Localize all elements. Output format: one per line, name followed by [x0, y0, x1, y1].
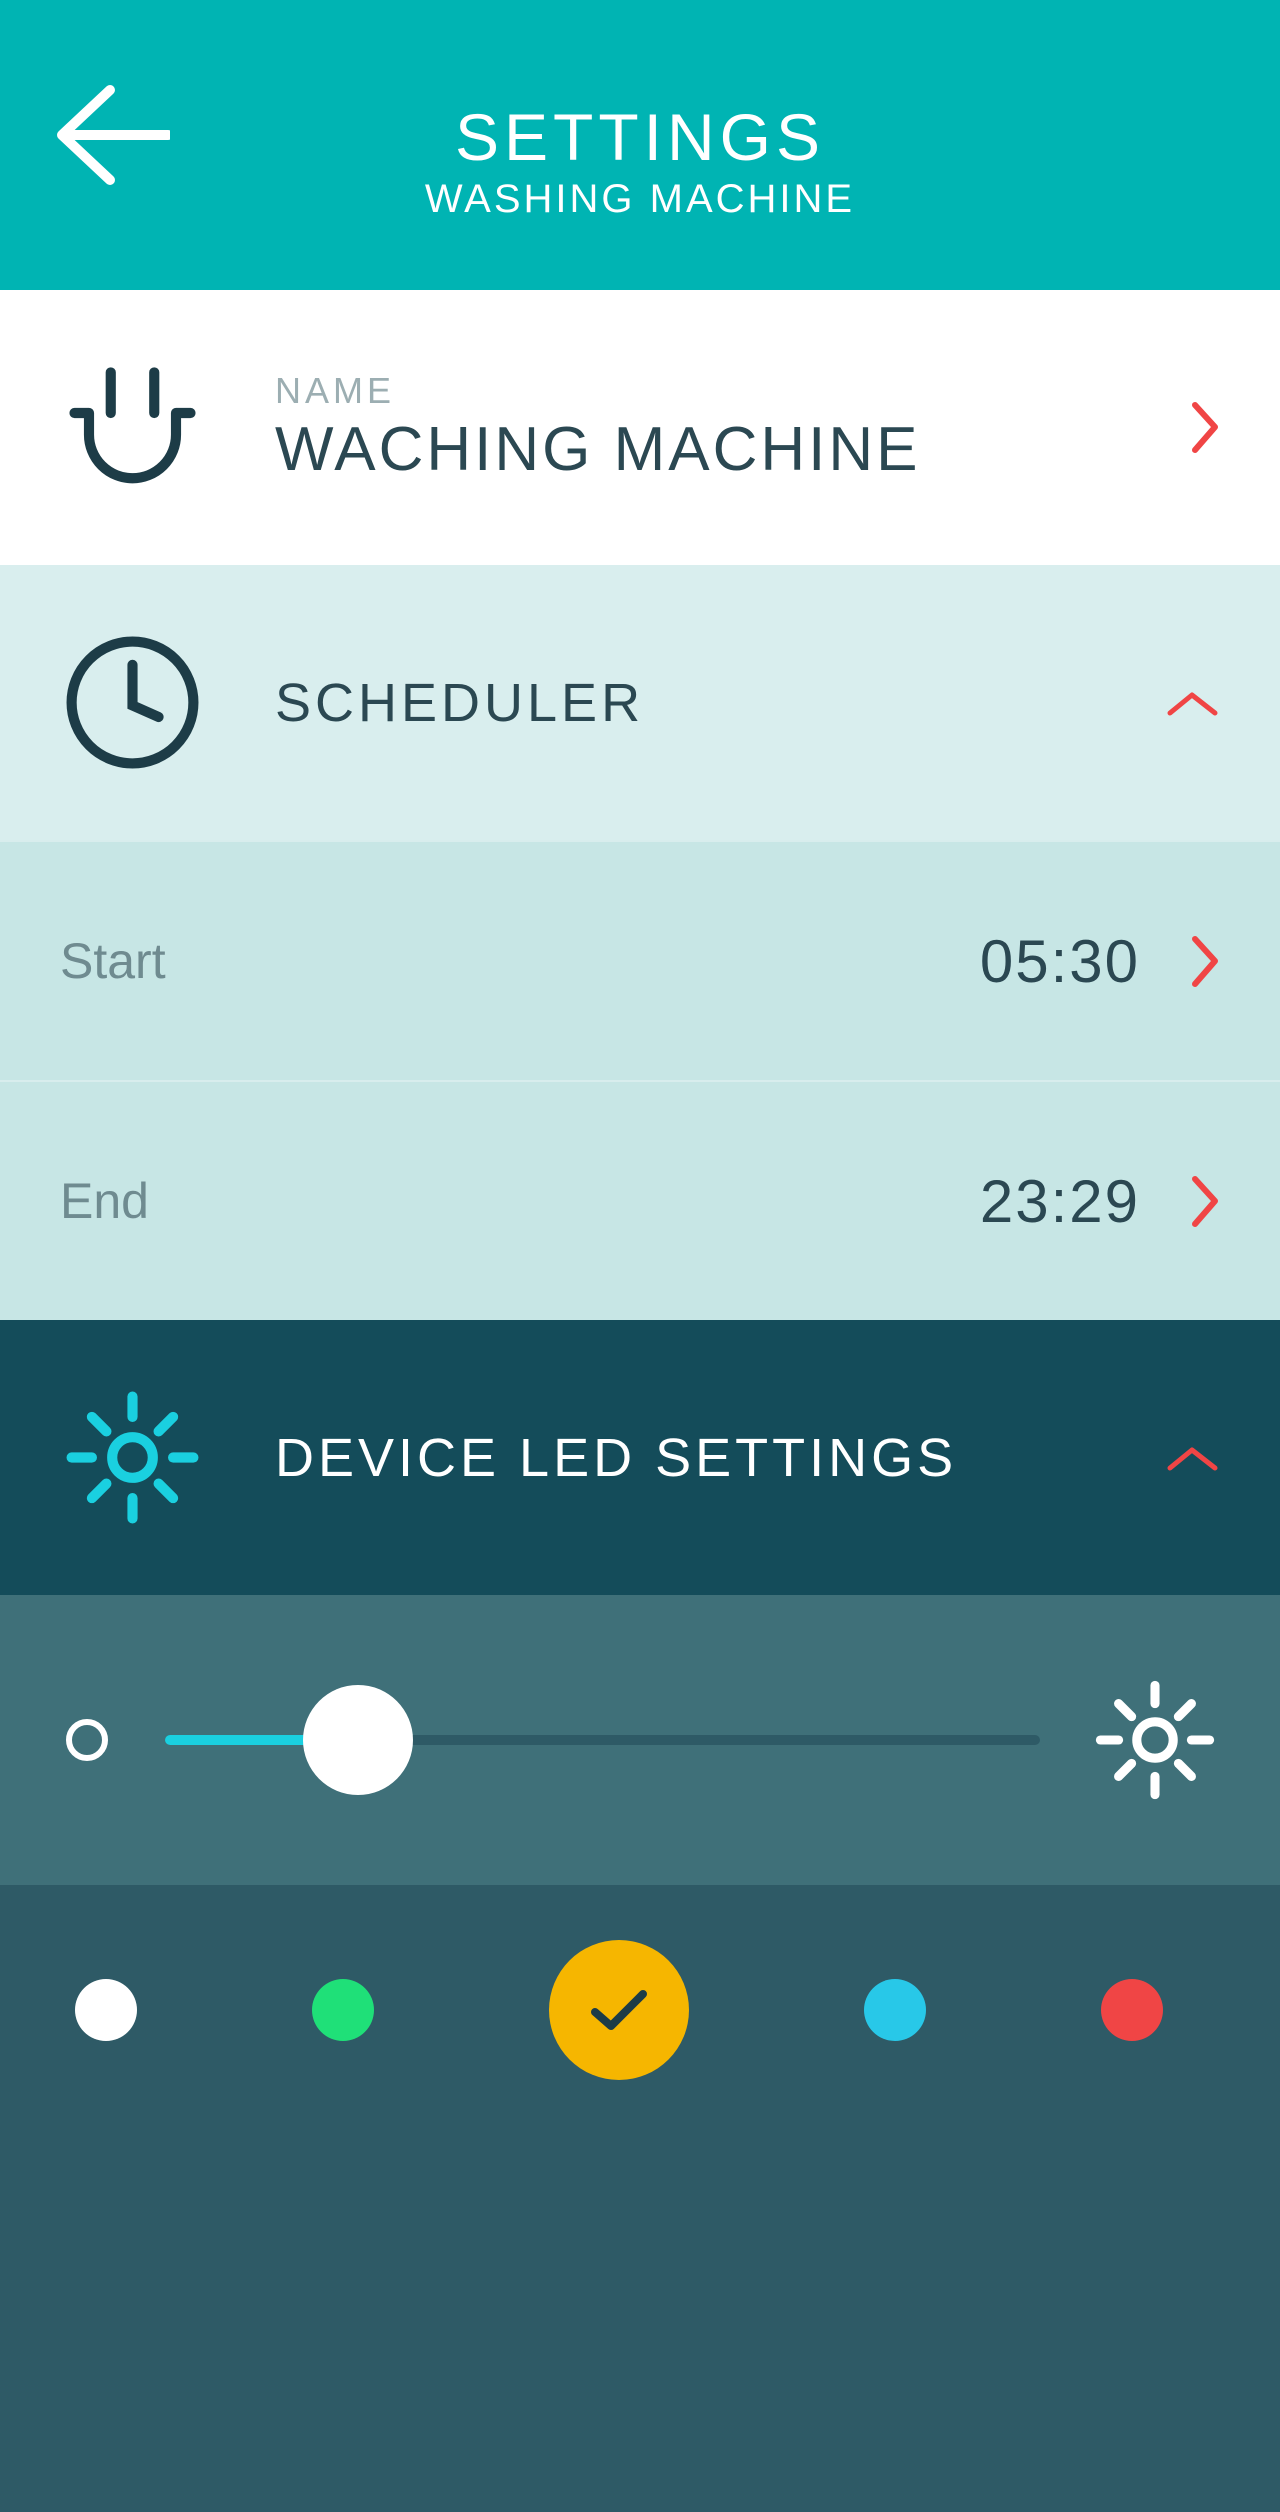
brightness-slider[interactable]	[165, 1735, 1040, 1745]
scheduler-end-row[interactable]: End 23:29	[0, 1080, 1280, 1320]
bottom-spacer	[0, 2135, 1280, 2512]
clock-icon	[60, 630, 205, 775]
color-option-3[interactable]	[864, 1979, 926, 2041]
arrow-left-icon	[50, 80, 170, 190]
name-row[interactable]: NAME WACHING MACHINE	[0, 290, 1280, 565]
check-icon	[589, 1986, 649, 2034]
slider-thumb[interactable]	[303, 1685, 413, 1795]
scheduler-start-value: 05:30	[980, 927, 1140, 996]
scheduler-end-value: 23:29	[980, 1167, 1140, 1236]
chevron-right-icon	[1190, 400, 1220, 455]
back-button[interactable]	[50, 80, 170, 195]
brightness-low-icon	[60, 1713, 115, 1768]
scheduler-start-row[interactable]: Start 05:30	[0, 840, 1280, 1080]
scheduler-section-header[interactable]: SCHEDULER	[0, 565, 1280, 840]
scheduler-title: SCHEDULER	[275, 672, 644, 734]
scheduler-end-label: End	[60, 1172, 149, 1230]
led-section-header[interactable]: DEVICE LED SETTINGS	[0, 1320, 1280, 1595]
chevron-up-icon	[1165, 1443, 1220, 1473]
page-title: SETTINGS	[455, 99, 825, 175]
scheduler-start-label: Start	[60, 932, 166, 990]
name-caption: NAME	[275, 370, 920, 412]
color-option-0[interactable]	[75, 1979, 137, 2041]
brightness-slider-row	[0, 1595, 1280, 1885]
brightness-high-icon	[1090, 1675, 1220, 1805]
plug-icon	[60, 355, 205, 500]
header-bar: SETTINGS WASHING MACHINE	[0, 0, 1280, 290]
page-subtitle: WASHING MACHINE	[425, 177, 855, 222]
brightness-icon	[60, 1385, 205, 1530]
name-value: WACHING MACHINE	[275, 414, 920, 485]
led-title: DEVICE LED SETTINGS	[275, 1427, 957, 1489]
color-option-1[interactable]	[312, 1979, 374, 2041]
chevron-right-icon	[1190, 934, 1220, 989]
chevron-right-icon	[1190, 1174, 1220, 1229]
led-color-picker	[0, 1885, 1280, 2135]
color-option-4[interactable]	[1101, 1979, 1163, 2041]
chevron-up-icon	[1165, 688, 1220, 718]
color-option-2[interactable]	[549, 1940, 689, 2080]
